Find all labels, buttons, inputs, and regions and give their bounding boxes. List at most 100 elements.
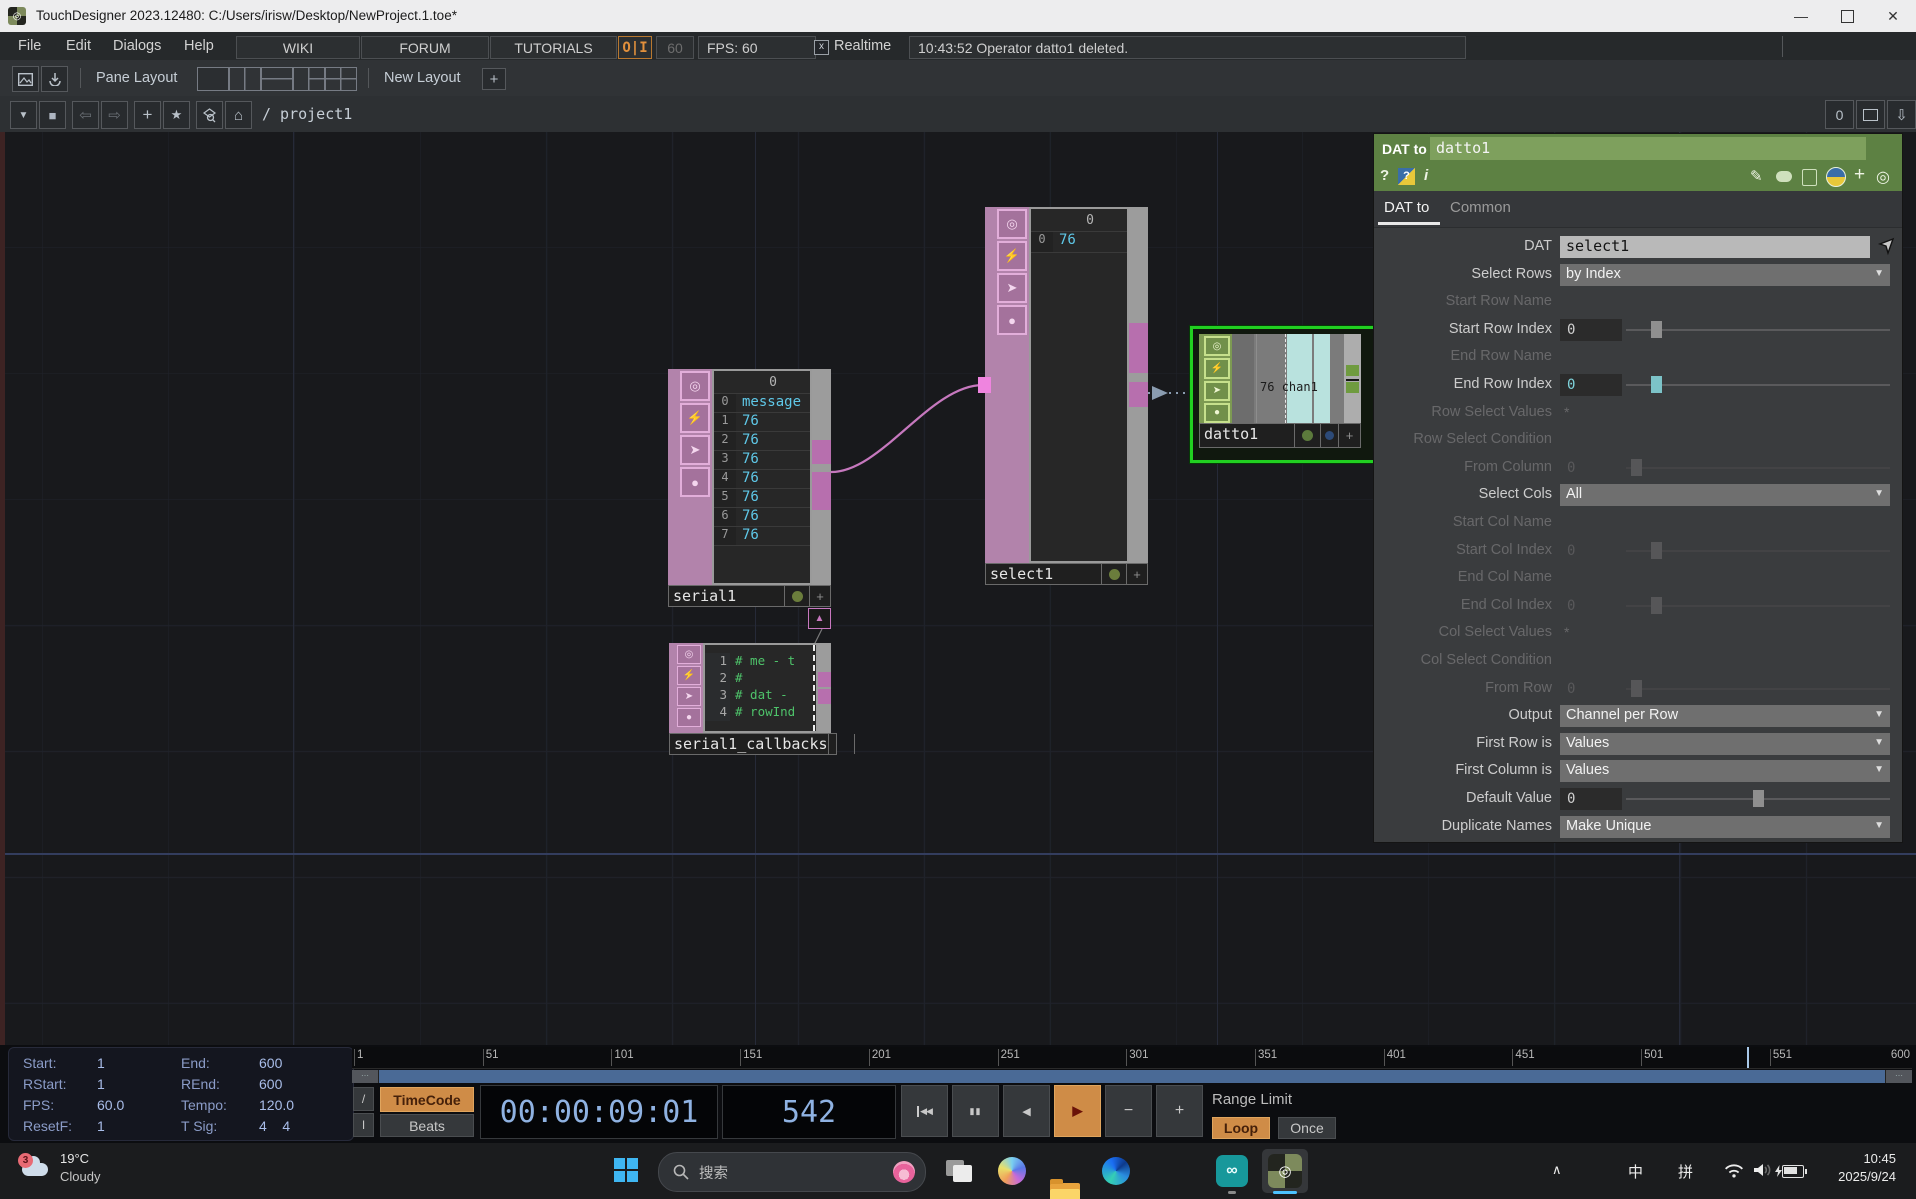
output-connector[interactable] [812, 440, 831, 464]
cook-flag-icon[interactable]: ● [680, 467, 710, 497]
layout-preset-left-right-split[interactable] [293, 67, 325, 91]
layout-preset-vsplit[interactable] [229, 67, 261, 91]
param-value-field[interactable]: 0 [1560, 595, 1622, 617]
menu-help[interactable]: Help [184, 38, 214, 54]
stop-button[interactable]: ■ [39, 101, 66, 129]
param-dropdown[interactable]: Channel per Row▼ [1560, 705, 1890, 727]
output-connector[interactable] [818, 689, 831, 704]
param-value-field[interactable]: 0 [1560, 540, 1622, 562]
bookmark-star-button[interactable]: ★ [163, 101, 190, 129]
range-start-handle[interactable]: ⋯ [352, 1070, 378, 1083]
dat-picker-arrow-icon[interactable] [1876, 236, 1896, 261]
home-button[interactable]: ⌂ [225, 101, 252, 129]
midi-oi-indicator[interactable]: O|I [618, 36, 652, 59]
battery-icon[interactable] [1782, 1165, 1804, 1178]
forward-button[interactable]: ⇨ [101, 101, 128, 129]
touchdesigner-taskbar-button[interactable]: ◎ [1262, 1149, 1308, 1193]
beats-mode-button[interactable]: Beats [380, 1114, 474, 1137]
node-status-box[interactable] [829, 734, 855, 754]
python-help-icon[interactable]: ? [1398, 168, 1415, 185]
param-dropdown[interactable]: Make Unique▼ [1560, 816, 1890, 838]
param-slider-handle[interactable] [1651, 321, 1662, 338]
param-slider-track[interactable] [1626, 384, 1890, 386]
viewer-mode-icon[interactable] [12, 66, 39, 92]
node-name[interactable]: serial1 [669, 586, 785, 606]
dock-connector[interactable]: ▲ [808, 608, 831, 629]
param-slider-handle[interactable] [1631, 459, 1642, 476]
new-layout-add-button[interactable]: + [482, 68, 506, 90]
playhead-cursor[interactable] [1747, 1047, 1749, 1068]
param-slider-track[interactable] [1626, 605, 1890, 607]
tab-dat-to[interactable]: DAT to [1384, 199, 1429, 216]
node-select1[interactable]: ◎ ⚡ ➤ ● 0076 select1 + [985, 207, 1148, 585]
wiki-button[interactable]: WIKI [236, 36, 360, 59]
play-button[interactable]: ▶ [1054, 1085, 1101, 1137]
param-slider-handle[interactable] [1651, 542, 1662, 559]
bypass-flag-icon[interactable]: ⚡ [677, 666, 701, 685]
step-forward-frame-button[interactable]: + [1156, 1085, 1203, 1137]
output-connector[interactable] [1346, 365, 1359, 376]
node-status-box[interactable] [1102, 564, 1127, 584]
bookmark-pane-icon[interactable] [41, 66, 68, 92]
python-icon[interactable] [1826, 167, 1846, 187]
task-view-button[interactable] [946, 1160, 972, 1182]
rewind-button[interactable]: ◀◀ [901, 1085, 948, 1137]
param-value-field[interactable]: 0 [1560, 788, 1622, 810]
pane-menu-dropdown[interactable]: ▼ [10, 101, 37, 129]
export-flag-icon[interactable]: ➤ [997, 273, 1027, 303]
search-box[interactable]: 搜索 [658, 1152, 926, 1192]
node-status-box[interactable] [1295, 424, 1321, 447]
edge-browser-button[interactable] [1102, 1157, 1130, 1185]
timecode-mode-button[interactable]: TimeCode [380, 1087, 474, 1112]
child-count-button[interactable]: 0 [1825, 100, 1854, 129]
collapse-pane-button[interactable]: ⇩ [1887, 100, 1916, 129]
cook-flag-icon[interactable]: ● [677, 708, 701, 727]
layout-preset-single[interactable] [197, 67, 229, 91]
output-connector[interactable] [812, 472, 831, 510]
export-flag-icon[interactable]: ➤ [677, 687, 701, 706]
wifi-icon[interactable] [1724, 1163, 1744, 1178]
node-expand-box[interactable]: + [1127, 564, 1147, 584]
back-button[interactable]: ⇦ [72, 101, 99, 129]
integer-mode-button[interactable]: I [353, 1113, 374, 1137]
node-serial1[interactable]: ◎ ⚡ ➤ ● 00message176276376476576676776 s… [668, 369, 831, 607]
node-name[interactable]: serial1_callbacks [670, 734, 829, 754]
arduino-ide-button[interactable]: ∞ [1216, 1155, 1248, 1187]
menu-file[interactable]: File [18, 38, 41, 54]
menu-dialogs[interactable]: Dialogs [113, 38, 161, 54]
layout-preset-quad[interactable] [325, 67, 357, 91]
node-expand-box[interactable] [855, 734, 880, 754]
once-button[interactable]: Once [1278, 1117, 1336, 1139]
param-dropdown[interactable]: by Index▼ [1560, 264, 1890, 286]
param-slider-handle[interactable] [1753, 790, 1764, 807]
node-expand-box[interactable]: + [1339, 424, 1360, 447]
param-value-field[interactable]: 0 [1560, 374, 1622, 396]
param-dat-field[interactable]: select1 [1560, 236, 1870, 258]
clipboard-icon[interactable] [1802, 169, 1817, 186]
timeline-range-bar[interactable]: ⋯ ⋯ [352, 1070, 1912, 1083]
param-value-field[interactable]: 0 [1560, 678, 1622, 700]
node-status-box[interactable] [785, 586, 810, 606]
node-status-box2[interactable] [1321, 424, 1339, 447]
node-serial1-callbacks[interactable]: ◎ ⚡ ➤ ● 1# me - t2#3# dat -4# rowInd ser… [669, 643, 831, 755]
tutorials-button[interactable]: TUTORIALS [490, 36, 617, 59]
viewer-flag-icon[interactable]: ◎ [680, 371, 710, 401]
comment-bubble-icon[interactable] [1776, 171, 1792, 182]
timeline-ruler[interactable]: 151101151201251301351401451501551600 [352, 1047, 1912, 1069]
cook-flag-icon[interactable]: ● [997, 305, 1027, 335]
tab-common[interactable]: Common [1450, 199, 1511, 216]
param-slider-track[interactable] [1626, 688, 1890, 690]
node-name[interactable]: datto1 [1200, 424, 1295, 447]
param-slider-handle[interactable] [1631, 680, 1642, 697]
bypass-flag-icon[interactable]: ⚡ [680, 403, 710, 433]
param-value-field[interactable]: 0 [1560, 457, 1622, 479]
bypass-flag-icon[interactable]: ⚡ [997, 241, 1027, 271]
tray-expand-chevron[interactable]: ∧ [1552, 1162, 1562, 1178]
play-reverse-button[interactable]: ◀ [1003, 1085, 1050, 1137]
op-name-field[interactable]: datto1 [1430, 137, 1866, 160]
add-parameter-icon[interactable]: + [1854, 164, 1865, 186]
target-icon[interactable]: ◎ [1876, 167, 1890, 187]
output-connector[interactable] [818, 672, 831, 687]
pencil-icon[interactable]: ✎ [1750, 167, 1763, 185]
param-slider-handle[interactable] [1651, 597, 1662, 614]
